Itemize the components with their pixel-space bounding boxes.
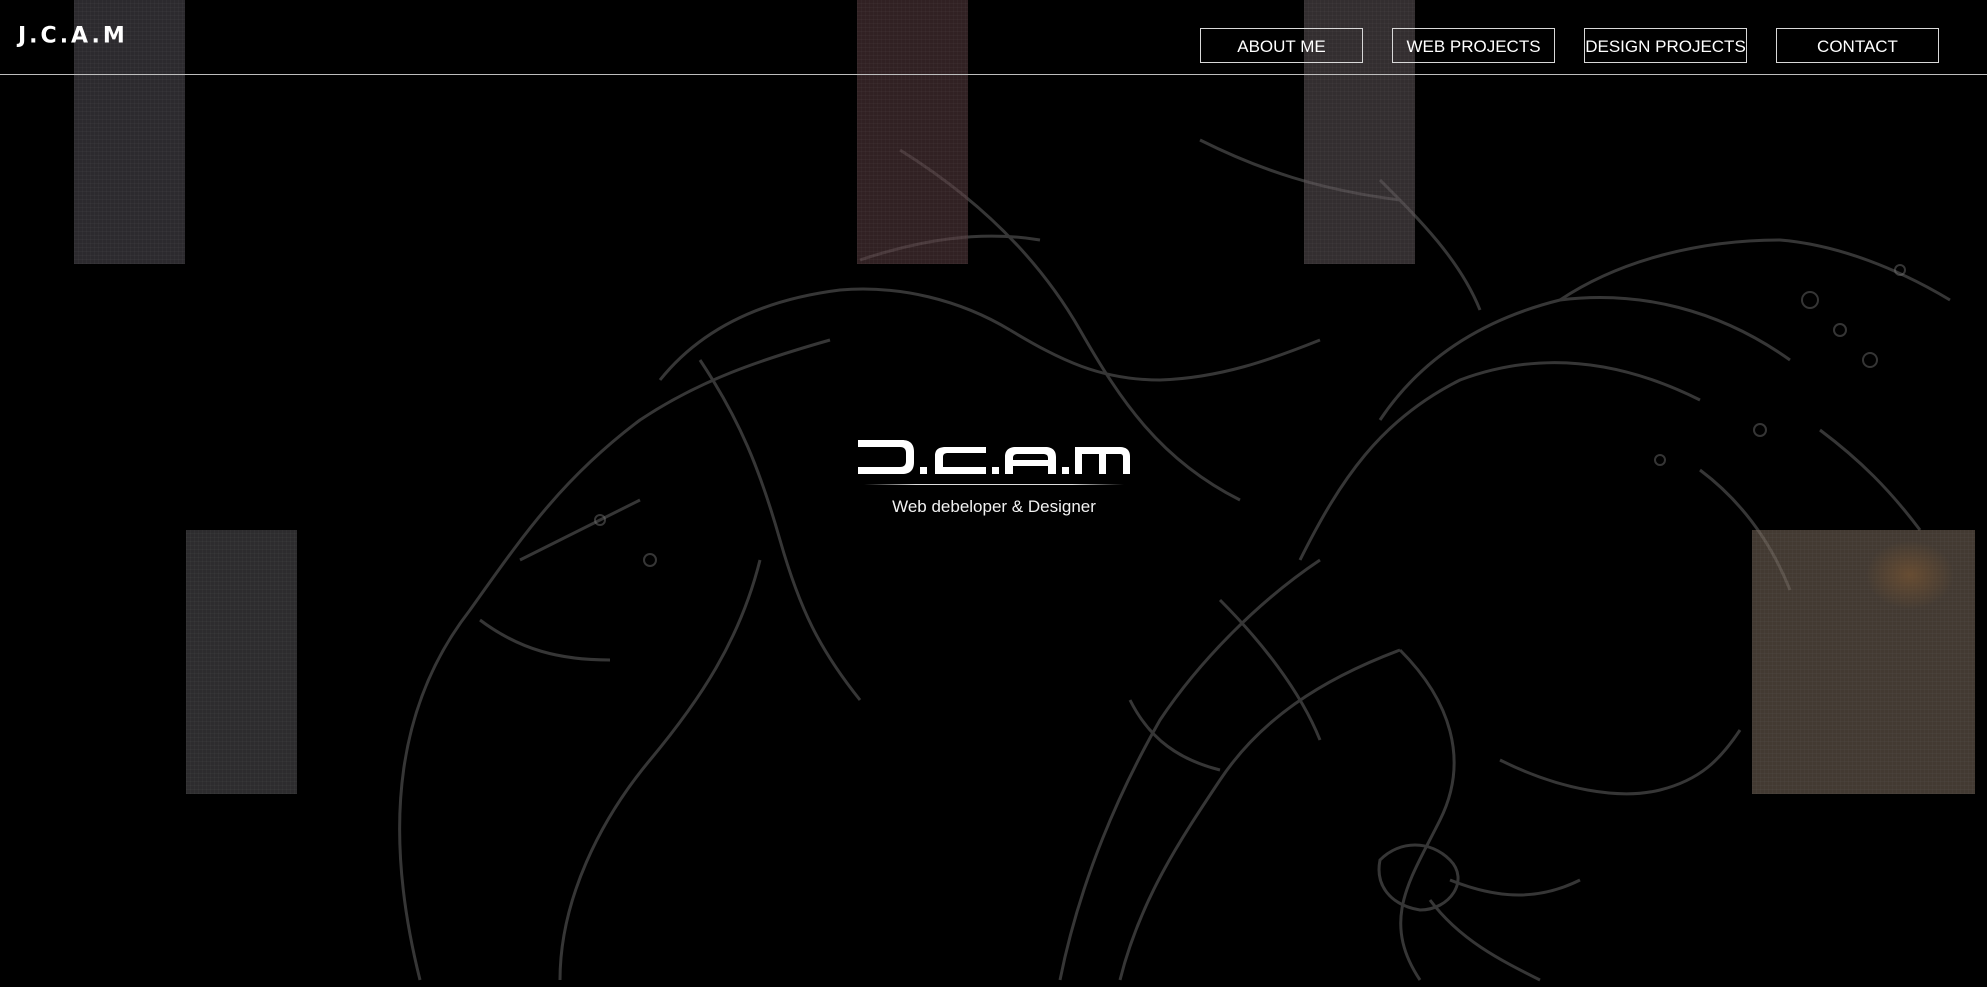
tile-glow [1865,540,1955,610]
hero: Web debeloper & Designer [850,440,1138,517]
background-tile [186,530,297,794]
top-navigation-bar: J.C.A.M ABOUT ME WEB PROJECTS DESIGN PRO… [0,0,1987,75]
nav-design-projects-button[interactable]: DESIGN PROJECTS [1584,28,1747,63]
nav-about-me-button[interactable]: ABOUT ME [1200,28,1363,63]
nav-contact-button[interactable]: CONTACT [1776,28,1939,63]
nav-web-projects-button[interactable]: WEB PROJECTS [1392,28,1555,63]
header-logo-link[interactable]: J.C.A.M [18,24,128,49]
hero-tagline: Web debeloper & Designer [892,497,1096,516]
page: J.C.A.M ABOUT ME WEB PROJECTS DESIGN PRO… [0,0,1987,987]
hero-logo [858,440,1130,474]
background-tile [1752,530,1975,794]
hero-divider [864,484,1124,485]
